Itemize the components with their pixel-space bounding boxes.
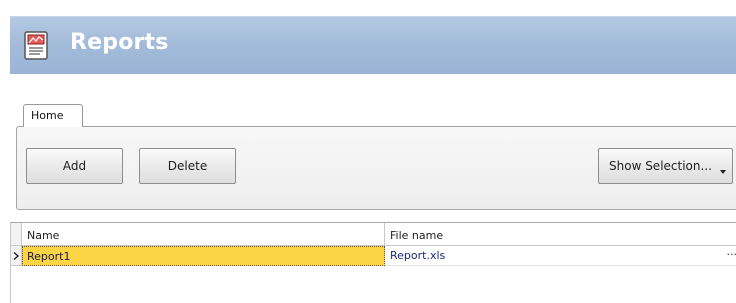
column-header-file-name[interactable]: File name [385,223,736,246]
table-row[interactable]: Report1 Report.xls ··· [11,246,736,266]
browse-ellipsis-button[interactable]: ··· [727,248,736,261]
caret-down-icon [720,163,726,177]
ribbon-panel-home: Add Delete Show Selection... [16,126,736,210]
title-bar: Reports [10,16,736,74]
column-header-name[interactable]: Name [22,223,385,246]
window-title: Reports [70,30,169,55]
report-icon [24,31,50,61]
tab-home[interactable]: Home [23,104,83,127]
show-selection-label: Show Selection... [609,159,712,173]
grid-corner [11,223,22,246]
show-selection-dropdown[interactable]: Show Selection... [598,148,733,184]
add-button[interactable]: Add [26,148,123,184]
ribbon: Home Add Delete Show Selection... [13,100,736,212]
delete-button[interactable]: Delete [139,148,236,184]
cell-file-name[interactable]: Report.xls ··· [385,246,736,266]
cell-name[interactable]: Report1 [22,246,385,266]
reports-grid: Name File name Report1 Report.xls ··· [10,222,736,303]
file-name-text: Report.xls [390,249,446,262]
row-indicator[interactable] [11,246,22,266]
